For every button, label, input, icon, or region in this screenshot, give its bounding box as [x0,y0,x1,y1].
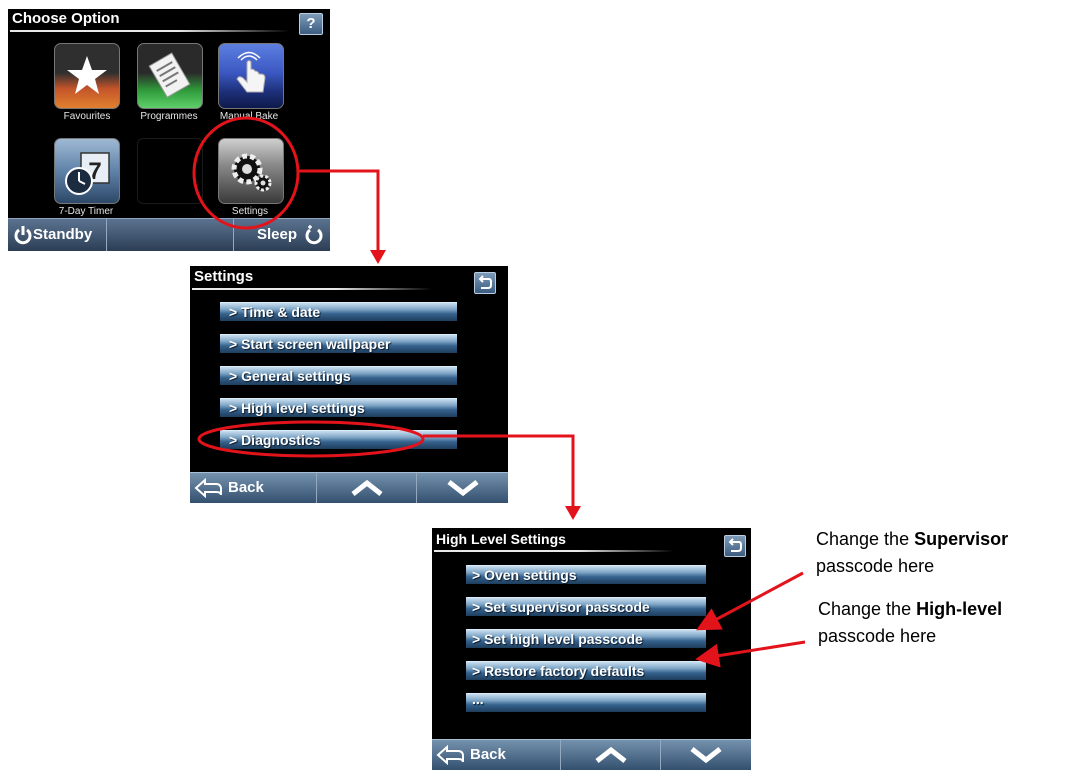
tile-label: Favourites [63,111,111,122]
tile-label: 7-Day Timer [58,206,114,217]
standby-label: Standby [33,226,93,243]
scroll-down-button[interactable] [417,473,508,503]
scroll-up-button[interactable] [561,740,660,770]
menu-item-label: > Set high level passcode [472,631,643,647]
menu-item-label: > Time & date [229,304,321,320]
clock-calendar-icon: 7 [65,152,110,195]
menu-item-label: ... [472,691,484,707]
menu-item-label: > General settings [229,368,351,384]
chevron-down-icon [447,480,479,497]
chevron-up-icon [595,746,627,763]
chevron-up-icon [351,479,383,496]
return-icon [478,275,492,289]
back-label: Back [228,479,264,496]
help-button[interactable]: ? [299,13,323,35]
tile-label: Programmes [140,111,198,122]
menu-item-label: > Set supervisor passcode [472,599,650,615]
nav-bar: Back [432,739,751,770]
tile-label: Settings [231,206,269,217]
back-button[interactable]: Back [432,740,560,770]
nav-bar: Back [190,472,508,503]
hand-pointer-icon [236,51,266,93]
back-arrow-icon [436,745,464,765]
scroll-down-button[interactable] [661,740,751,770]
title-underline [434,550,674,552]
menu-item-label: > High level settings [229,400,365,416]
power-icon [14,226,32,245]
empty-tile-slot [137,138,203,204]
menu-item-label: > Oven settings [472,567,577,583]
callout-bold: Supervisor [914,529,1009,549]
callout-bold: High-level [916,599,1003,619]
document-icon [148,52,191,98]
screen-title: Choose Option [12,10,120,27]
menu-item-label: > Start screen wallpaper [229,336,391,352]
settings-screen: Settings > Time & date > Start screen wa… [190,266,508,503]
menu-item-label: > Restore factory defaults [472,663,645,679]
sleep-icon [305,225,323,245]
arrowhead-1 [370,250,386,264]
callout-suffix: passcode here [816,556,935,576]
tile-label: Manual Bake [219,111,279,122]
divider [106,219,107,251]
arrowhead-2 [565,506,581,520]
scroll-up-button[interactable] [317,473,416,503]
gears-icon [231,153,272,192]
chevron-down-icon [690,747,722,764]
callout-suffix: passcode here [818,626,937,646]
screen-title: High Level Settings [436,531,566,547]
title-underline [10,30,290,32]
standby-button[interactable]: Standby [8,219,106,251]
high-level-settings-screen: High Level Settings > Oven settings > Se… [432,528,751,770]
high-level-callout: Change the High-level passcode here [818,596,1002,650]
screen-title: Settings [194,268,254,285]
star-icon [67,56,107,94]
title-underline [192,288,432,290]
return-button[interactable] [474,272,496,294]
supervisor-callout: Change the Supervisor passcode here [816,526,1008,580]
back-arrow-icon [194,478,222,498]
return-icon [728,538,742,552]
bottom-bar: Standby Sleep [8,218,330,251]
menu-item-more[interactable] [466,693,706,712]
callout-prefix: Change the [818,599,917,619]
sleep-label: Sleep [257,226,298,243]
back-label: Back [470,746,506,763]
menu-item-label: > Diagnostics [229,432,321,448]
sleep-button[interactable]: Sleep [234,219,330,251]
return-button[interactable] [724,535,746,557]
choose-option-screen: Choose Option ? Favourites Programmes Ma… [8,9,330,251]
callout-prefix: Change the [816,529,915,549]
back-button[interactable]: Back [190,473,316,503]
